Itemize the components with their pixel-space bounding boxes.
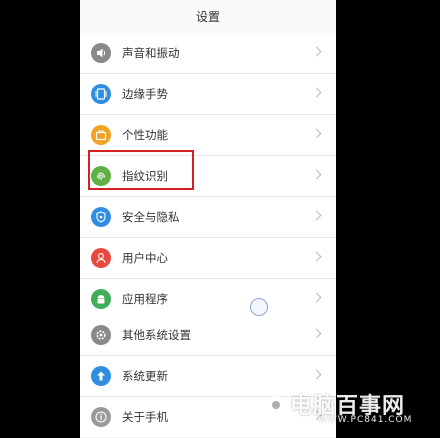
settings-item-label: 其他系统设置 [122,328,191,342]
settings-item-applications[interactable]: 应用程序 [80,279,336,319]
watermark-url: WWW.PC841.COM [318,415,413,425]
chevron-right-icon [311,328,322,339]
chevron-right-icon [311,369,322,380]
chevron-right-icon [311,46,322,57]
chevron-right-icon [311,292,322,303]
settings-item-label: 应用程序 [122,292,168,306]
watermark: 电脑百事网 WWW.PC841.COM [264,388,436,432]
chevron-right-icon [311,210,322,221]
chevron-right-icon [311,128,322,139]
settings-item-sound[interactable]: 声音和振动 [80,33,336,74]
chevron-right-icon [311,87,322,98]
user-icon [91,248,111,268]
settings-item-label: 边缘手势 [122,87,168,101]
chevron-right-icon [311,169,322,180]
settings-item-security-privacy[interactable]: 安全与隐私 [80,197,336,238]
settings-item-user-center[interactable]: 用户中心 [80,238,336,279]
settings-item-label: 声音和振动 [122,46,180,60]
chevron-right-icon [311,251,322,262]
shield-icon [91,207,111,227]
settings-item-label: 用户中心 [122,251,168,265]
gear-icon [91,325,111,345]
touch-indicator [250,298,268,316]
update-arrow-icon [91,366,111,386]
settings-item-label: 系统更新 [122,369,168,383]
settings-item-label: 关于手机 [122,410,168,424]
settings-item-other-system[interactable]: 其他系统设置 [80,315,336,356]
info-icon [91,407,111,427]
settings-item-label: 安全与隐私 [122,210,180,224]
settings-item-edge-gesture[interactable]: 边缘手势 [80,74,336,115]
title-bar: 设置 [80,0,336,34]
edge-gesture-icon [91,84,111,104]
settings-screen: 设置 声音和振动 边缘手势 个性功能 指纹识别 安全与隐私 用户中心 应用程序 … [80,0,336,438]
briefcase-icon [91,125,111,145]
highlight-box [88,150,194,190]
speaker-icon [91,43,111,63]
android-icon [91,289,111,309]
page-title: 设置 [195,10,220,24]
watermark-logo-icon [267,396,285,422]
settings-item-label: 个性功能 [122,128,168,142]
